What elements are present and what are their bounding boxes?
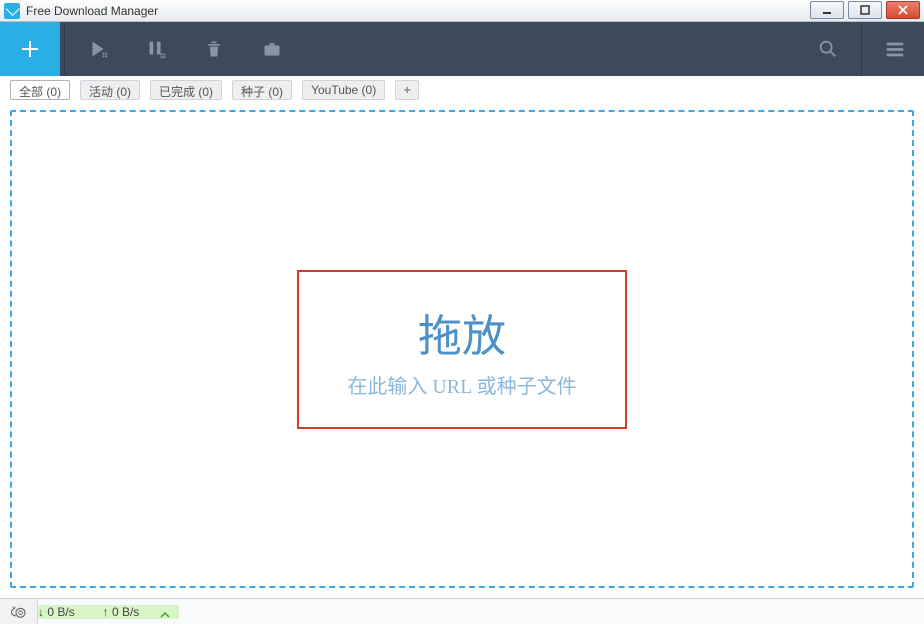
separator — [64, 22, 65, 76]
chevron-up-icon — [159, 609, 171, 621]
snail-icon — [10, 605, 28, 619]
separator — [861, 22, 862, 76]
drop-title: 拖放 — [347, 300, 576, 364]
tab-active[interactable]: 活动 (0) — [80, 80, 140, 100]
upload-speed: ↑ 0 B/s — [103, 605, 140, 619]
drop-subtitle: 在此输入 URL 或种子文件 — [347, 370, 576, 399]
app-icon — [4, 3, 20, 19]
main-area: 拖放 在此输入 URL 或种子文件 — [0, 100, 924, 598]
tab-all[interactable]: 全部 (0) — [10, 80, 70, 100]
trash-icon — [204, 39, 224, 59]
maximize-button[interactable] — [848, 1, 882, 19]
tab-torrents[interactable]: 种子 (0) — [232, 80, 292, 100]
statusbar: ↓ 0 B/s ↑ 0 B/s — [0, 598, 924, 624]
plus-icon — [18, 37, 42, 61]
close-button[interactable] — [886, 1, 920, 19]
search-icon — [817, 38, 839, 60]
start-button[interactable] — [69, 22, 127, 76]
filter-tabs: 全部 (0) 活动 (0) 已完成 (0) 种子 (0) YouTube (0)… — [0, 76, 924, 100]
play-icon — [87, 38, 109, 60]
open-folder-button[interactable] — [243, 22, 301, 76]
pause-icon — [145, 38, 167, 60]
briefcase-icon — [262, 39, 282, 59]
toolbar — [0, 22, 924, 76]
tab-completed[interactable]: 已完成 (0) — [150, 80, 222, 100]
menu-button[interactable] — [866, 22, 924, 76]
download-speed: ↓ 0 B/s — [38, 605, 75, 619]
speed-limit-button[interactable] — [0, 599, 38, 624]
search-button[interactable] — [799, 22, 857, 76]
tab-add-button[interactable]: + — [395, 80, 419, 100]
titlebar: Free Download Manager — [0, 0, 924, 22]
tab-youtube[interactable]: YouTube (0) — [302, 80, 385, 100]
pause-button[interactable] — [127, 22, 185, 76]
drop-inner: 拖放 在此输入 URL 或种子文件 — [297, 270, 626, 429]
window-title: Free Download Manager — [26, 4, 806, 18]
add-download-button[interactable] — [0, 22, 60, 76]
hamburger-icon — [884, 38, 906, 60]
delete-button[interactable] — [185, 22, 243, 76]
speed-panel[interactable]: ↓ 0 B/s ↑ 0 B/s — [38, 605, 179, 619]
minimize-button[interactable] — [810, 1, 844, 19]
drop-zone[interactable]: 拖放 在此输入 URL 或种子文件 — [10, 110, 914, 588]
